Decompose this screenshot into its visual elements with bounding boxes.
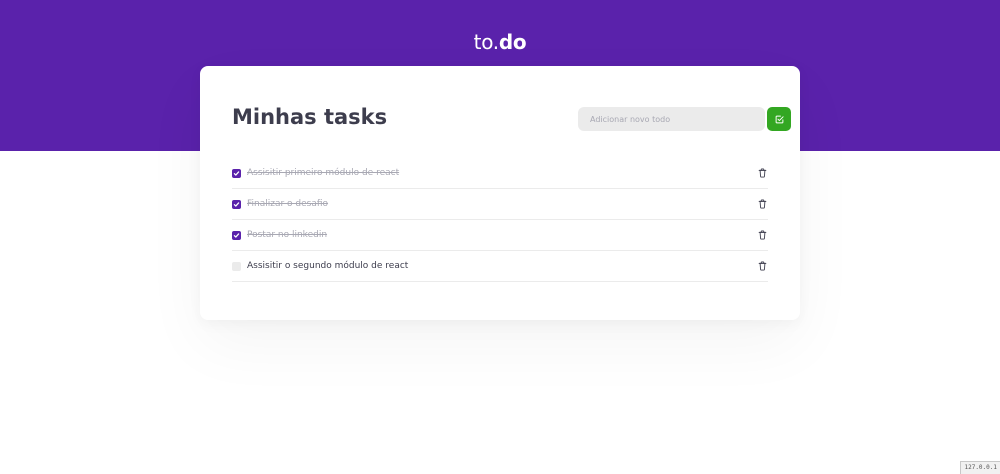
task-checkbox[interactable] <box>232 199 241 209</box>
delete-task-button[interactable] <box>756 229 768 241</box>
task-title: Postar no linkedin <box>247 230 328 240</box>
task-checkbox[interactable] <box>232 168 241 178</box>
status-badge: 127.0.0.1 <box>960 461 1000 474</box>
task-title: Assisitir primeiro módulo de react <box>247 168 400 178</box>
task-checkbox[interactable] <box>232 261 241 271</box>
delete-task-button[interactable] <box>756 198 768 210</box>
check-icon <box>233 170 240 176</box>
check-icon <box>233 232 240 238</box>
trash-icon <box>758 168 766 178</box>
trash-icon <box>758 199 766 209</box>
add-task-button[interactable] <box>767 107 791 131</box>
task-checkbox[interactable] <box>232 230 241 240</box>
page-title: Minhas tasks <box>232 105 388 129</box>
check-square-icon <box>775 115 784 123</box>
task-list: Assisitir primeiro módulo de react Final… <box>232 158 768 282</box>
new-task-form <box>578 107 791 131</box>
task-item: Assisitir primeiro módulo de react <box>232 158 768 189</box>
task-title: Assisitir o segundo módulo de react <box>247 261 409 271</box>
trash-icon <box>758 261 766 271</box>
delete-task-button[interactable] <box>756 167 768 179</box>
tasks-card: Minhas tasks Assisitir primeiro módulo d… <box>200 66 800 320</box>
new-task-input[interactable] <box>578 107 765 131</box>
task-item: Assisitir o segundo módulo de react <box>232 251 768 282</box>
check-icon <box>233 201 240 207</box>
task-title: Finalizar o desafio <box>247 199 329 209</box>
trash-icon <box>758 230 766 240</box>
delete-task-button[interactable] <box>756 260 768 272</box>
logo-bold: do <box>498 30 527 54</box>
logo-prefix: to. <box>473 30 499 54</box>
task-item: Postar no linkedin <box>232 220 768 251</box>
app-logo: to.do <box>0 30 1000 54</box>
task-item: Finalizar o desafio <box>232 189 768 220</box>
